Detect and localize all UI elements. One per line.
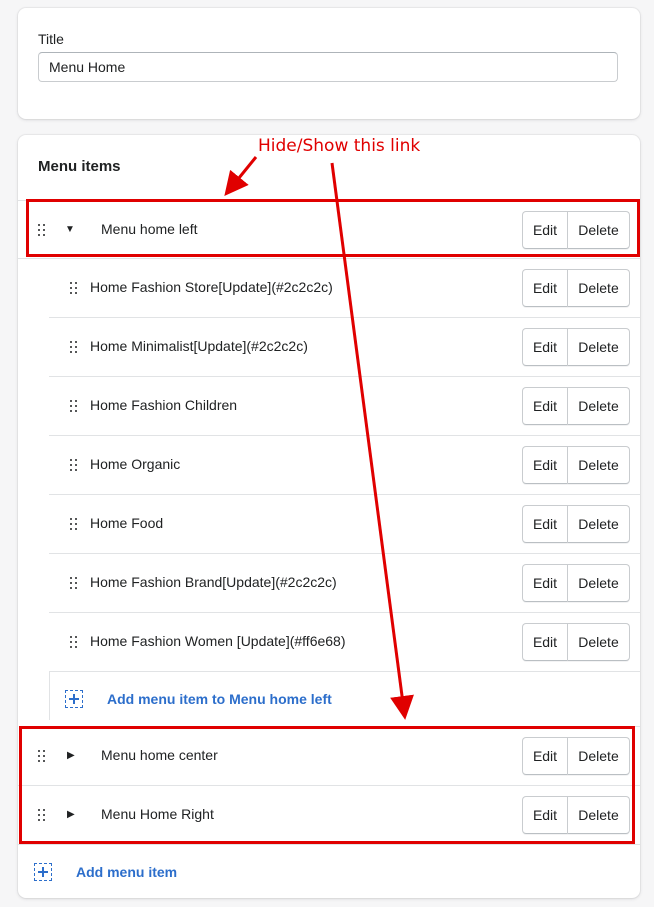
child-item-label: Home Fashion Women [Update](#ff6e68) <box>90 633 346 649</box>
item-actions: Edit Delete <box>522 328 630 366</box>
child-item-row[interactable]: Home Minimalist[Update](#2c2c2c) Edit De… <box>49 318 640 377</box>
child-item-label: Home Fashion Store[Update](#2c2c2c) <box>90 279 333 295</box>
child-item-row[interactable]: Home Food Edit Delete <box>49 495 640 554</box>
child-item-row[interactable]: Home Fashion Women [Update](#ff6e68) Edi… <box>49 613 640 672</box>
child-item-label: Home Fashion Children <box>90 397 238 413</box>
menu-items-heading: Menu items <box>38 158 121 175</box>
child-item-row[interactable]: Home Organic Edit Delete <box>49 436 640 495</box>
drag-handle-icon[interactable] <box>70 636 78 648</box>
highlight-box <box>26 199 640 257</box>
delete-button[interactable]: Delete <box>568 328 630 366</box>
edit-button[interactable]: Edit <box>522 387 568 425</box>
edit-button[interactable]: Edit <box>522 564 568 602</box>
item-actions: Edit Delete <box>522 623 630 661</box>
drag-handle-icon[interactable] <box>70 577 78 589</box>
drag-handle-icon[interactable] <box>70 400 78 412</box>
item-actions: Edit Delete <box>522 269 630 307</box>
delete-button[interactable]: Delete <box>568 564 630 602</box>
title-label: Title <box>38 31 64 47</box>
add-item-link[interactable]: Add menu item <box>76 864 177 880</box>
annotation-label: Hide/Show this link <box>258 136 421 156</box>
delete-button[interactable]: Delete <box>568 446 630 484</box>
drag-handle-icon[interactable] <box>70 459 78 471</box>
drag-handle-icon[interactable] <box>70 518 78 530</box>
highlight-box <box>19 726 635 844</box>
item-actions: Edit Delete <box>522 505 630 543</box>
child-item-label: Home Minimalist[Update](#2c2c2c) <box>90 338 308 354</box>
edit-button[interactable]: Edit <box>522 505 568 543</box>
drag-handle-icon[interactable] <box>70 341 78 353</box>
add-item-row: Add menu item <box>18 845 640 898</box>
item-actions: Edit Delete <box>522 446 630 484</box>
drag-handle-icon[interactable] <box>70 282 78 294</box>
child-item-row[interactable]: Home Fashion Store[Update](#2c2c2c) Edit… <box>49 259 640 318</box>
add-child-link[interactable]: Add menu item to Menu home left <box>107 691 332 707</box>
delete-button[interactable]: Delete <box>568 387 630 425</box>
child-item-row[interactable]: Home Fashion Children Edit Delete <box>49 377 640 436</box>
child-item-label: Home Organic <box>90 456 181 472</box>
delete-button[interactable]: Delete <box>568 269 630 307</box>
title-card: Title <box>18 8 640 119</box>
delete-button[interactable]: Delete <box>568 623 630 661</box>
child-item-row[interactable]: Home Fashion Brand[Update](#2c2c2c) Edit… <box>49 554 640 613</box>
edit-button[interactable]: Edit <box>522 328 568 366</box>
title-input[interactable] <box>38 52 618 82</box>
edit-button[interactable]: Edit <box>522 623 568 661</box>
child-item-label: Home Fashion Brand[Update](#2c2c2c) <box>90 574 337 590</box>
add-icon[interactable] <box>65 690 83 708</box>
edit-button[interactable]: Edit <box>522 446 568 484</box>
delete-button[interactable]: Delete <box>568 505 630 543</box>
child-item-label: Home Food <box>90 515 164 531</box>
add-icon[interactable] <box>34 863 52 881</box>
item-actions: Edit Delete <box>522 387 630 425</box>
add-child-row: Add menu item to Menu home left <box>49 672 640 727</box>
item-actions: Edit Delete <box>522 564 630 602</box>
edit-button[interactable]: Edit <box>522 269 568 307</box>
